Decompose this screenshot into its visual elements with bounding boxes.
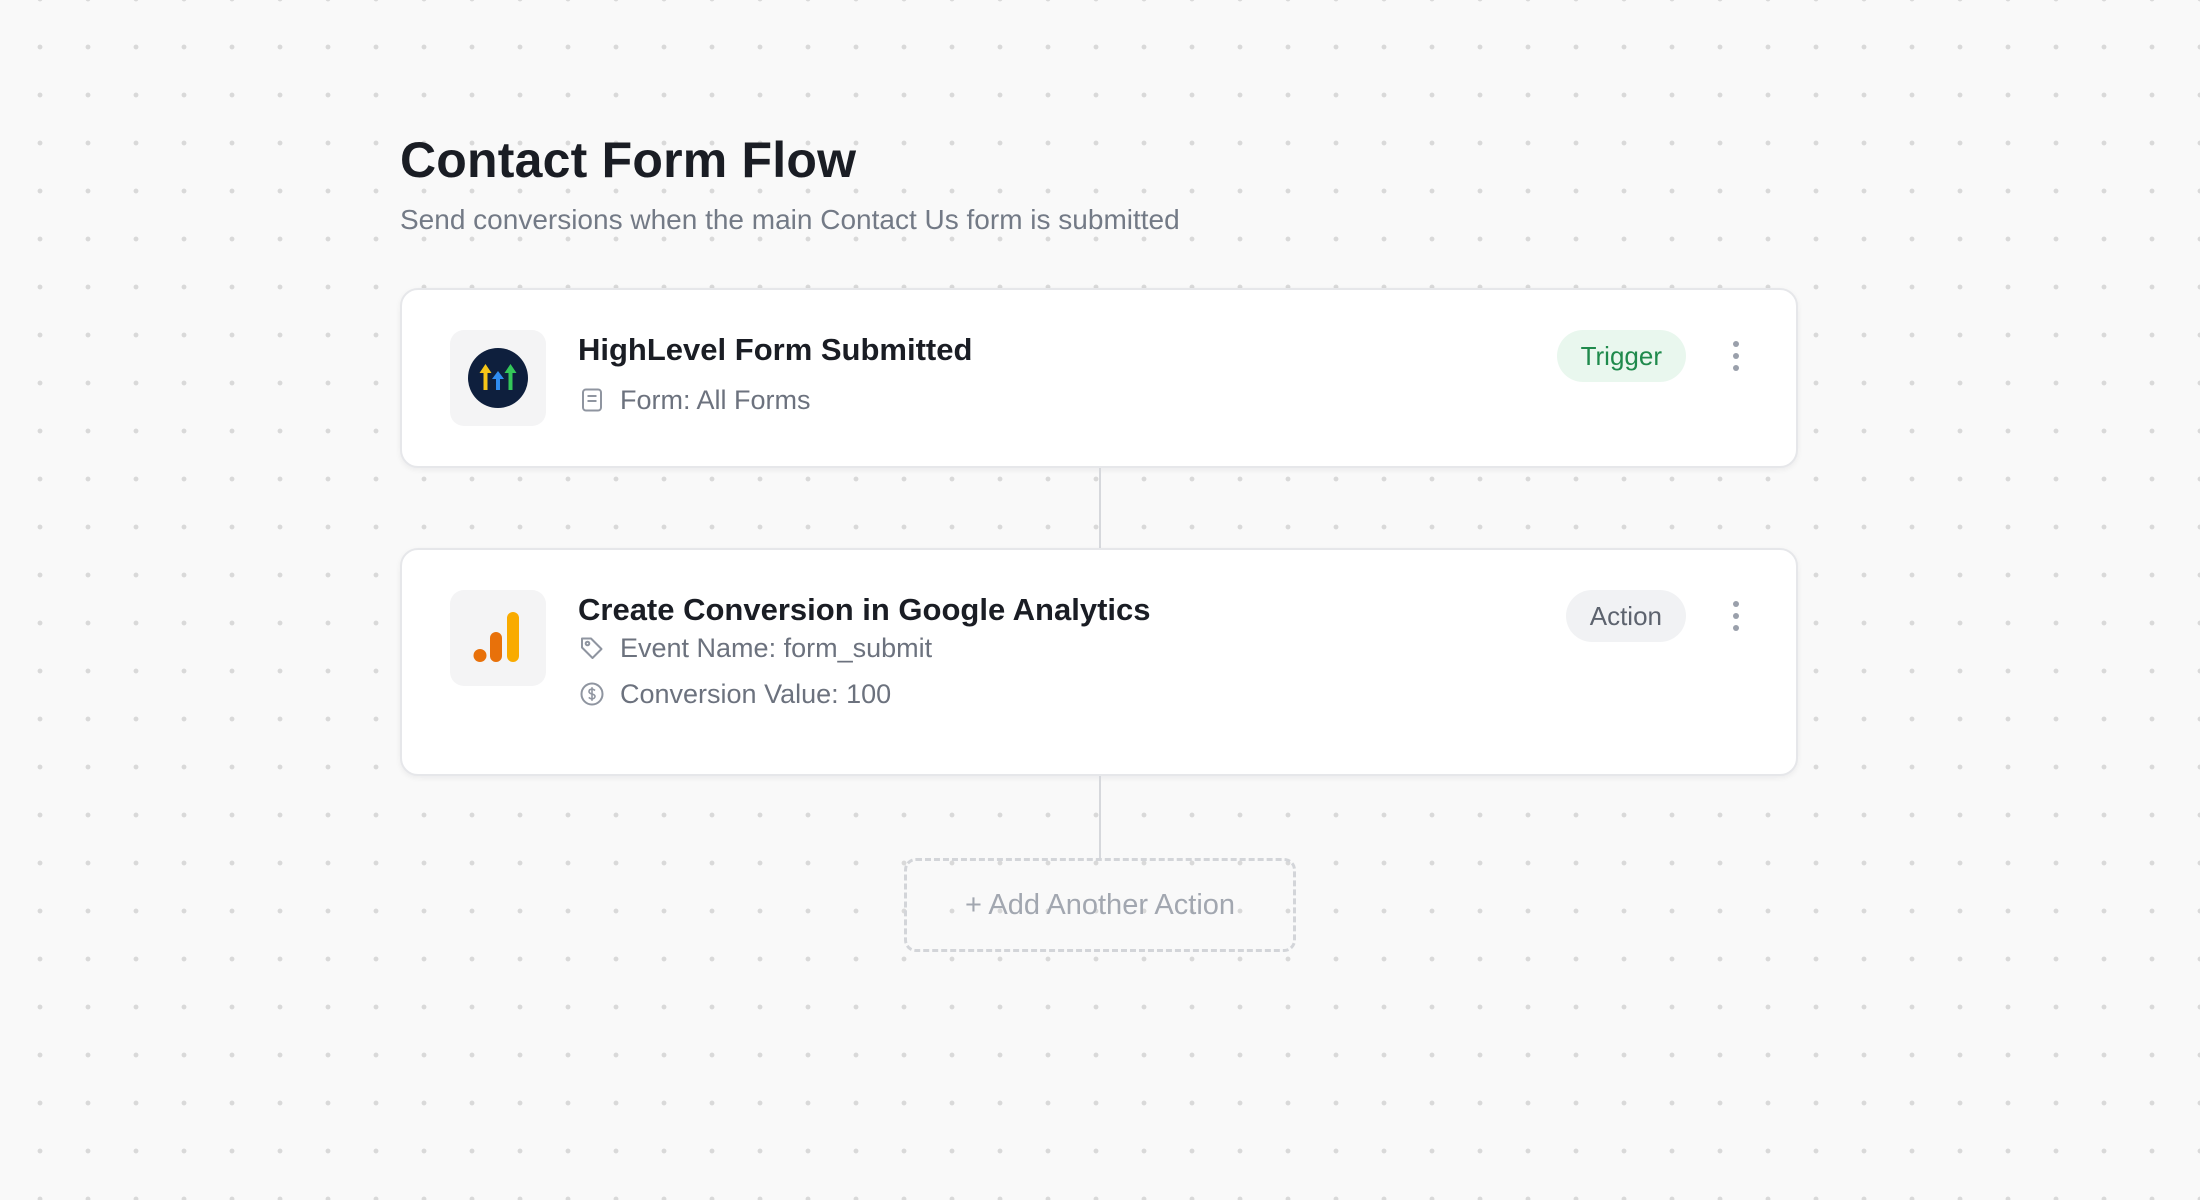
more-vertical-icon <box>1733 601 1739 607</box>
trigger-step-body: HighLevel Form Submitted Form: All Forms <box>578 330 1596 418</box>
action-detail-event-name-text: Event Name: form_submit <box>620 633 933 663</box>
action-step-title: Create Conversion in Google Analytics <box>578 592 1151 627</box>
action-detail-event-name: Event Name: form_submit <box>578 630 1596 666</box>
action-detail-conversion-value: Conversion Value: 100 <box>578 676 1596 712</box>
add-another-action-button[interactable]: + Add Another Action <box>904 858 1296 952</box>
action-detail-conversion-value-text: Conversion Value: 100 <box>620 679 892 709</box>
step-connector-line <box>1099 468 1101 548</box>
trigger-detail-form: Form: All Forms <box>578 382 1596 418</box>
highlevel-logo-icon <box>450 330 546 426</box>
action-step-body: Create Conversion in Google Analytics Ev… <box>578 590 1596 712</box>
trigger-step-title: HighLevel Form Submitted <box>578 332 973 367</box>
action-step-card[interactable]: Create Conversion in Google Analytics Ev… <box>400 548 1798 776</box>
page-title: Contact Form Flow <box>400 132 857 188</box>
trigger-step-card[interactable]: HighLevel Form Submitted Form: All Forms… <box>400 288 1798 468</box>
form-icon <box>578 386 606 414</box>
google-analytics-logo-icon <box>450 590 546 686</box>
trigger-badge: Trigger <box>1556 330 1686 382</box>
trigger-detail-text: Form: All Forms <box>620 385 811 415</box>
page-subtitle: Send conversions when the main Contact U… <box>400 204 1180 235</box>
flow-canvas: Contact Form Flow Send conversions when … <box>400 130 1800 952</box>
step-connector-line <box>1099 776 1101 858</box>
dollar-circle-icon <box>578 680 606 708</box>
trigger-more-options-button[interactable] <box>1726 334 1746 378</box>
tag-icon <box>578 634 606 662</box>
more-vertical-icon <box>1733 341 1739 347</box>
action-more-options-button[interactable] <box>1726 594 1746 638</box>
action-badge: Action <box>1565 590 1686 642</box>
